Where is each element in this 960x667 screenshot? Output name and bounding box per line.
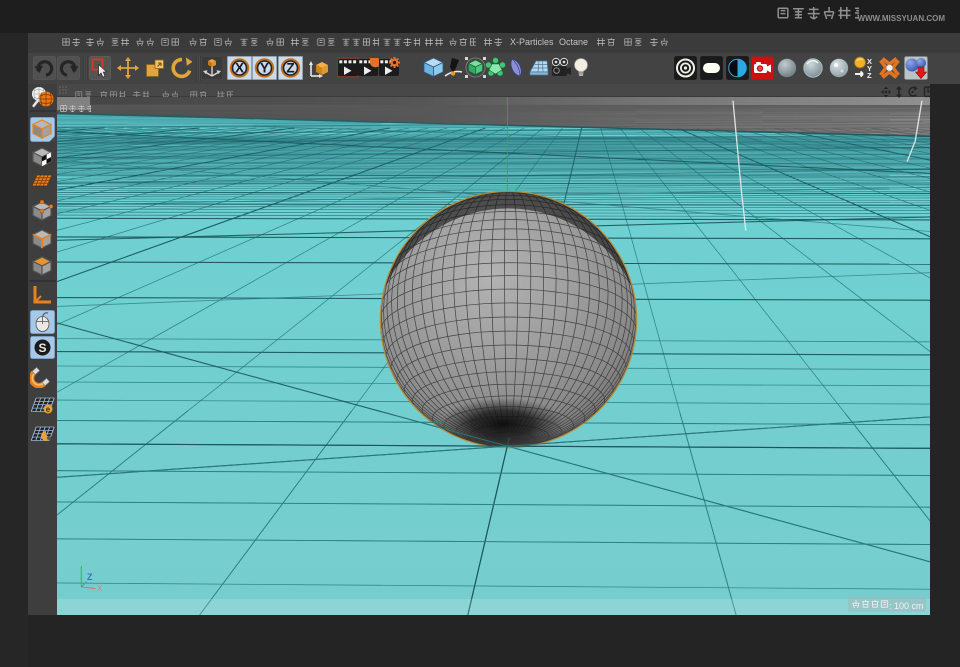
svg-text:Y: Y [260,61,269,76]
svg-text:: 100 cm: : 100 cm [889,601,924,611]
svg-text:X: X [235,61,244,76]
svg-text:Z: Z [87,572,93,582]
svg-text:X: X [97,584,103,593]
svg-text:S: S [38,341,46,355]
svg-text:e: e [46,405,51,414]
svg-text:Z: Z [286,61,294,76]
svg-text:Z: Z [867,71,872,80]
